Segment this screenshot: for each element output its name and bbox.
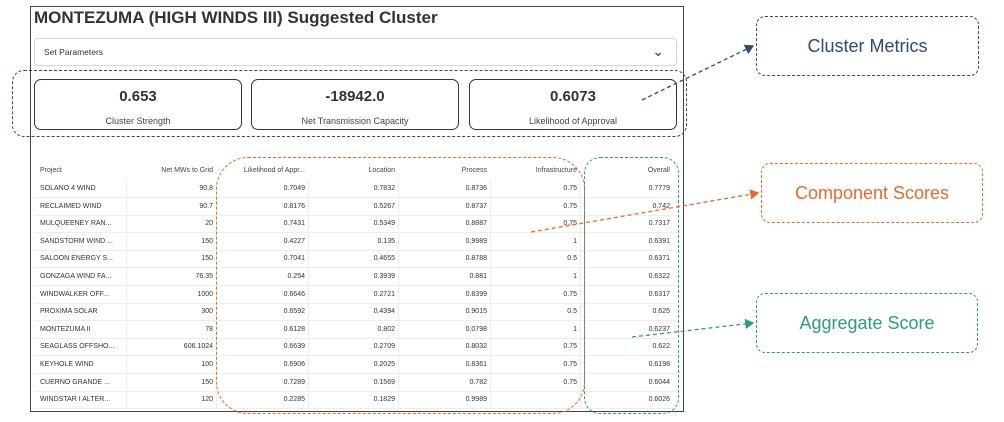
col-project-cell: SOLANO 4 WIND [40,185,96,192]
aggregate-score-highlight-region [584,157,679,414]
col-net-mws-cell: 150 [201,378,213,386]
col-net-mws-cell: 150 [201,255,213,263]
set-parameters-label: Set Parameters [44,47,104,57]
col-project-cell: GONZAGA WIND FA... [40,273,112,280]
col-project-cell: CUERNO GRANDE ... [40,378,111,386]
set-parameters-expander[interactable]: Set Parameters ⌄ [34,38,677,66]
col-net-mws-cell: 606.1024 [183,343,213,351]
col-net-mws-cell: 90.8 [199,185,213,192]
col-project-cell: MULQUEENEY RAN... [40,220,112,228]
callout-label: Cluster Metrics [807,36,928,56]
col-net-mws-cell: 1000 [197,290,213,298]
col-net-mws-cell: 78 [205,325,213,333]
col-project-cell: WINDWALKER OFF... [40,290,109,298]
col-net-mws-cell: 120 [201,396,213,404]
col-project-cell: KEYHOLE WIND [40,361,94,368]
page-title: MONTEZUMA (HIGH WINDS III) Suggested Clu… [34,8,438,27]
callout-label: Aggregate Score [799,313,935,333]
col-project-cell: SALOON ENERGY S... [40,255,114,263]
component-scores-highlight-region [216,157,585,414]
column-header[interactable]: Project [34,162,126,179]
column-divider [126,180,127,408]
col-net-mws-cell: 150 [201,237,213,245]
col-project-cell: MONTEZUMA II [40,325,91,333]
col-project-cell: SEAGLASS OFFSHO... [40,343,115,351]
col-net-mws-cell: 90.7 [199,202,213,210]
callout-label: Component Scores [794,183,950,203]
metrics-highlight-region [12,70,687,137]
col-project-cell: RECLAIMED WIND [40,202,102,210]
callout-aggregate-score: Aggregate Score [756,293,978,353]
col-net-mws-cell: 76.35 [195,273,213,280]
col-project-cell: WINDSTAR I ALTER... [40,396,111,404]
col-project-cell: SANDSTORM WIND ... [40,237,113,245]
column-header[interactable]: Net MWs to Grid [126,162,216,179]
callout-cluster-metrics: Cluster Metrics [756,16,979,76]
col-net-mws-cell: 100 [201,361,213,368]
chevron-down-icon[interactable]: ⌄ [652,43,664,60]
col-project-cell: PROXIMA SOLAR [40,308,98,316]
callout-component-scores: Component Scores [761,163,983,223]
col-net-mws-cell: 300 [201,308,213,316]
col-net-mws-cell: 20 [205,220,213,228]
